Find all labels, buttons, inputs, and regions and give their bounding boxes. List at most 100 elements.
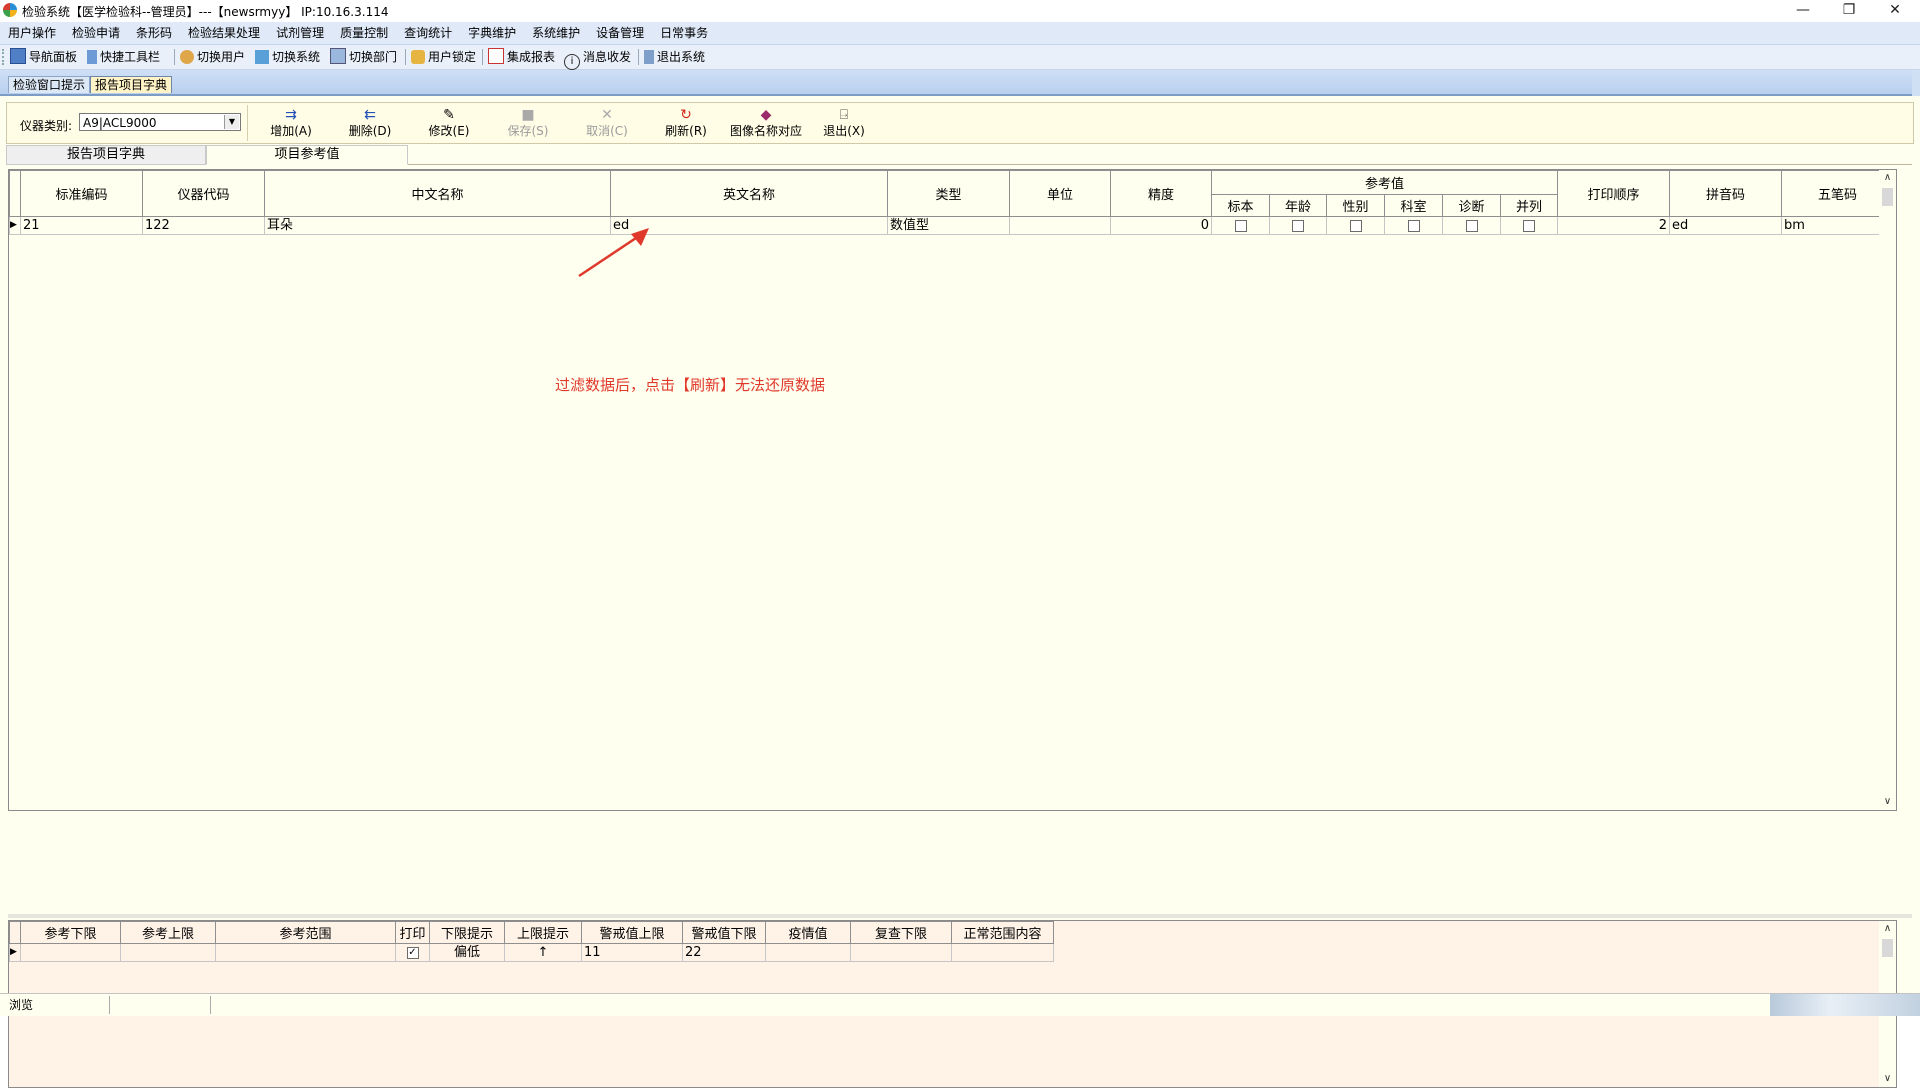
scroll-up-icon[interactable]: ∧ bbox=[1879, 921, 1896, 937]
menu-barcode[interactable]: 条形码 bbox=[128, 22, 180, 44]
menu-user-ops[interactable]: 用户操作 bbox=[0, 22, 64, 44]
delete-button[interactable]: ⇇ 删除(D) bbox=[335, 105, 405, 141]
table-cell[interactable]: 偏低 bbox=[429, 943, 505, 962]
ref-merge-checkbox[interactable] bbox=[1523, 219, 1535, 232]
table-cell[interactable] bbox=[20, 943, 121, 962]
column-header[interactable]: 英文名称 bbox=[610, 170, 888, 217]
minimize-button[interactable]: — bbox=[1780, 0, 1826, 22]
menu-reagent[interactable]: 试剂管理 bbox=[268, 22, 332, 44]
add-button[interactable]: ⇉ 增加(A) bbox=[256, 105, 326, 141]
table-cell[interactable]: 耳朵 bbox=[264, 216, 611, 235]
ref-age-checkbox[interactable] bbox=[1292, 219, 1304, 232]
switch-system-button[interactable]: 切换系统 bbox=[255, 47, 320, 67]
switch-user-button[interactable]: 切换用户 bbox=[180, 47, 245, 67]
exit-button[interactable]: ⍈ 退出(X) bbox=[809, 105, 879, 141]
column-header[interactable]: 标准编码 bbox=[20, 170, 143, 217]
save-button[interactable]: ■ 保存(S) bbox=[493, 105, 563, 141]
integrated-report-button[interactable]: 集成报表 bbox=[488, 47, 555, 67]
print-cell[interactable]: ✓ bbox=[395, 943, 430, 962]
ref-sex-cell[interactable] bbox=[1326, 216, 1385, 235]
column-header[interactable]: 科室 bbox=[1384, 194, 1443, 217]
exit-system-button[interactable]: 退出系统 bbox=[644, 47, 705, 67]
column-header[interactable]: 正常范围内容 bbox=[951, 921, 1054, 944]
ref-age-cell[interactable] bbox=[1269, 216, 1327, 235]
column-header[interactable]: 复查下限 bbox=[850, 921, 952, 944]
column-header[interactable]: 五笔码 bbox=[1781, 170, 1894, 217]
column-header[interactable]: 下限提示 bbox=[429, 921, 505, 944]
column-header[interactable]: 参考下限 bbox=[20, 921, 121, 944]
column-header[interactable]: 参考上限 bbox=[120, 921, 216, 944]
table-cell[interactable]: 21 bbox=[20, 216, 143, 235]
quick-toolbar-button[interactable]: 快捷工具栏 bbox=[87, 47, 160, 67]
column-header[interactable]: 年龄 bbox=[1269, 194, 1327, 217]
table-cell[interactable] bbox=[120, 943, 216, 962]
column-header[interactable]: 上限提示 bbox=[504, 921, 582, 944]
column-header[interactable]: 标本 bbox=[1211, 194, 1270, 217]
row-indicator-icon[interactable]: ▶ bbox=[9, 216, 21, 235]
menu-system[interactable]: 系统维护 bbox=[524, 22, 588, 44]
column-header[interactable]: 拼音码 bbox=[1669, 170, 1782, 217]
menu-device[interactable]: 设备管理 bbox=[588, 22, 652, 44]
column-header[interactable]: 中文名称 bbox=[264, 170, 611, 217]
menu-quality-control[interactable]: 质量控制 bbox=[332, 22, 396, 44]
messages-button[interactable]: i 消息收发 bbox=[564, 47, 631, 70]
ref-diag-checkbox[interactable] bbox=[1465, 219, 1478, 232]
tab-item-reference-values[interactable]: 项目参考值 bbox=[206, 145, 408, 165]
image-name-map-button[interactable]: ◆ 图像名称对应 bbox=[724, 105, 808, 141]
scroll-down-icon[interactable]: ∨ bbox=[1879, 1071, 1896, 1087]
menu-test-request[interactable]: 检验申请 bbox=[64, 22, 128, 44]
table-cell[interactable]: 11 bbox=[581, 943, 683, 962]
column-header[interactable]: 并列 bbox=[1500, 194, 1558, 217]
chevron-down-icon[interactable]: ▼ bbox=[224, 115, 239, 129]
column-header[interactable]: 警戒值下限 bbox=[682, 921, 766, 944]
ref-sex-checkbox[interactable] bbox=[1349, 219, 1362, 232]
table-cell[interactable] bbox=[1009, 216, 1111, 235]
table-cell[interactable] bbox=[850, 943, 952, 962]
table-cell[interactable]: 0 bbox=[1110, 216, 1212, 235]
tab-test-window-hint[interactable]: 检验窗口提示 bbox=[8, 76, 91, 93]
table-cell[interactable]: 2 bbox=[1557, 216, 1670, 235]
column-header[interactable]: 警戒值上限 bbox=[581, 921, 683, 944]
scroll-up-icon[interactable]: ∧ bbox=[1879, 170, 1896, 186]
grid-vertical-scrollbar[interactable]: ∧ ∨ bbox=[1879, 170, 1896, 810]
column-header[interactable]: 打印顺序 bbox=[1557, 170, 1670, 217]
column-header[interactable]: 单位 bbox=[1009, 170, 1111, 217]
instrument-select[interactable]: A9|ACL9000 ▼ bbox=[79, 113, 241, 131]
column-header[interactable]: 性别 bbox=[1326, 194, 1385, 217]
ref-merge-cell[interactable] bbox=[1500, 216, 1558, 235]
ref-sample-cell[interactable] bbox=[1211, 216, 1270, 235]
refresh-button[interactable]: ↻ 刷新(R) bbox=[651, 105, 721, 141]
nav-panel-button[interactable]: 导航面板 bbox=[10, 47, 77, 67]
table-cell[interactable]: 22 bbox=[682, 943, 766, 962]
print-checkbox[interactable]: ✓ bbox=[406, 946, 419, 959]
menu-result-processing[interactable]: 检验结果处理 bbox=[180, 22, 268, 44]
panel-splitter[interactable] bbox=[8, 914, 1912, 918]
tab-report-item-dictionary[interactable]: 报告项目字典 bbox=[90, 76, 173, 93]
table-cell[interactable]: ↑ bbox=[504, 943, 582, 962]
table-cell[interactable]: 122 bbox=[142, 216, 265, 235]
table-cell[interactable] bbox=[215, 943, 396, 962]
table-cell[interactable] bbox=[765, 943, 851, 962]
table-cell[interactable]: bm bbox=[1781, 216, 1894, 235]
modify-button[interactable]: ✎ 修改(E) bbox=[414, 105, 484, 141]
scroll-thumb[interactable] bbox=[1882, 939, 1893, 957]
lock-user-button[interactable]: 用户锁定 bbox=[411, 47, 476, 67]
column-header[interactable]: 参考范围 bbox=[215, 921, 396, 944]
column-header[interactable]: 疫情值 bbox=[765, 921, 851, 944]
ref-diag-cell[interactable] bbox=[1442, 216, 1501, 235]
ref-sample-checkbox[interactable] bbox=[1234, 219, 1247, 232]
menu-daily[interactable]: 日常事务 bbox=[652, 22, 716, 44]
switch-dept-button[interactable]: 切换部门 bbox=[330, 47, 397, 67]
menu-query-stats[interactable]: 查询统计 bbox=[396, 22, 460, 44]
column-header[interactable]: 仪器代码 bbox=[142, 170, 265, 217]
table-row[interactable]: ▶ 21 122 耳朵 ed 数值型 0 2 ed bm bbox=[9, 216, 1894, 235]
table-row[interactable]: ▶ ✓ 偏低 ↑ 11 22 bbox=[9, 943, 1054, 962]
tab-report-items[interactable]: 报告项目字典 bbox=[6, 145, 206, 165]
table-cell[interactable] bbox=[951, 943, 1054, 962]
column-header[interactable]: 精度 bbox=[1110, 170, 1212, 217]
close-button[interactable]: ✕ bbox=[1872, 0, 1918, 22]
menu-dictionary[interactable]: 字典维护 bbox=[460, 22, 524, 44]
cancel-button[interactable]: ✕ 取消(C) bbox=[572, 105, 642, 141]
restore-button[interactable]: ❐ bbox=[1826, 0, 1872, 22]
column-header[interactable]: 类型 bbox=[887, 170, 1010, 217]
